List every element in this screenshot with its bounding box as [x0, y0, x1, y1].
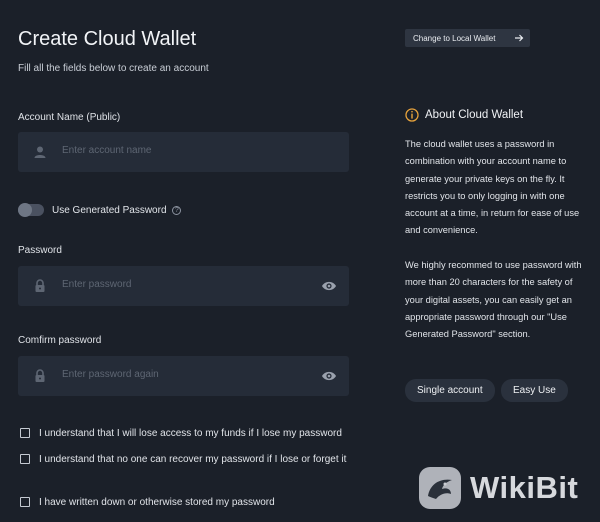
- about-title: About Cloud Wallet: [425, 109, 524, 121]
- eye-icon[interactable]: [321, 369, 337, 383]
- change-to-local-wallet-button[interactable]: Change to Local Wallet: [405, 29, 530, 47]
- info-icon: [405, 108, 419, 122]
- account-name-label: Account Name (Public): [18, 112, 121, 123]
- page-subtitle: Fill all the fields below to create an a…: [18, 63, 209, 74]
- checkbox-no-recovery-label: I understand that no one can recover my …: [39, 454, 347, 465]
- generated-password-toggle[interactable]: [18, 203, 44, 217]
- confirm-password-input[interactable]: [62, 369, 302, 380]
- account-name-input[interactable]: [62, 145, 302, 156]
- confirm-password-field[interactable]: [18, 356, 349, 396]
- checkbox-lose-access-label: I understand that I will lose access to …: [39, 428, 342, 439]
- watermark-text: WikiBit: [470, 470, 579, 505]
- change-to-local-wallet-label: Change to Local Wallet: [413, 33, 496, 43]
- password-input[interactable]: [62, 279, 302, 290]
- user-icon: [34, 146, 46, 158]
- checkbox-lose-access[interactable]: [20, 428, 30, 438]
- account-name-field[interactable]: [18, 132, 349, 172]
- generated-password-text: Use Generated Password: [52, 205, 167, 216]
- question-circle-icon[interactable]: ?: [172, 205, 182, 215]
- wikibit-logo-icon: [419, 467, 461, 509]
- arrow-right-icon: [515, 34, 524, 42]
- checkbox-stored-password-label: I have written down or otherwise stored …: [39, 497, 275, 508]
- eye-icon[interactable]: [321, 279, 337, 293]
- generated-password-label: Use Generated Password ?: [52, 205, 182, 216]
- confirm-password-label: Comfirm password: [18, 335, 102, 346]
- about-paragraph-1: The cloud wallet uses a password in comb…: [405, 139, 580, 236]
- lock-icon: [35, 369, 45, 382]
- about-paragraph-2: We highly recommed to use password with …: [405, 260, 582, 340]
- checkbox-no-recovery[interactable]: [20, 454, 30, 464]
- lock-icon: [35, 279, 45, 292]
- page-title: Create Cloud Wallet: [18, 28, 197, 50]
- tag-easy-use: Easy Use: [501, 379, 568, 402]
- password-label: Password: [18, 245, 62, 256]
- about-heading: About Cloud Wallet: [405, 108, 523, 122]
- password-field[interactable]: [18, 266, 349, 306]
- checkbox-stored-password[interactable]: [20, 497, 30, 507]
- tag-single-account: Single account: [405, 379, 495, 402]
- watermark: WikiBit: [418, 466, 578, 510]
